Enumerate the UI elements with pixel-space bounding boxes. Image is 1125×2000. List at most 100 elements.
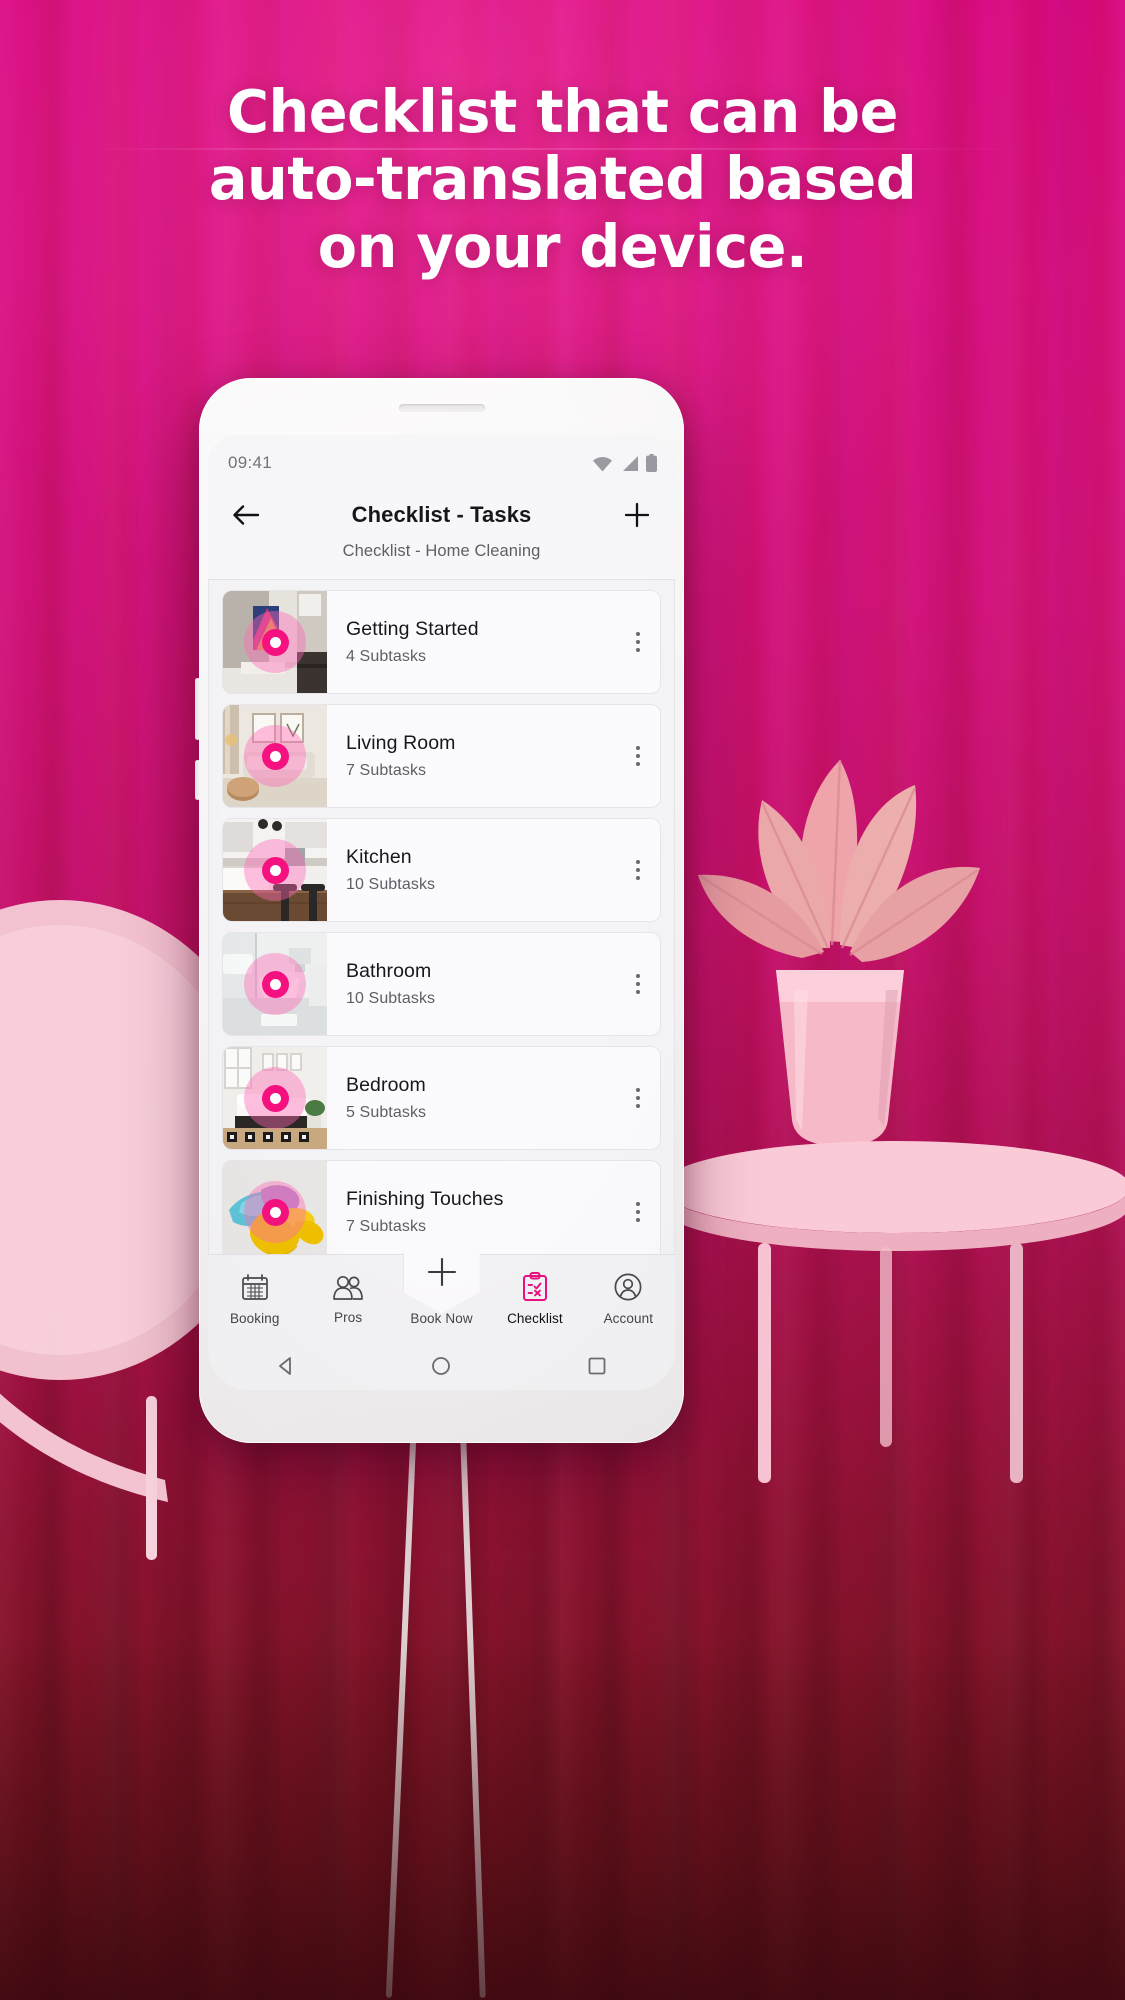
task-card[interactable]: Bathroom 10 Subtasks <box>222 932 661 1036</box>
headline-line-2: auto-translated based <box>208 144 917 214</box>
task-thumbnail <box>223 1047 327 1149</box>
task-title: Kitchen <box>346 846 412 868</box>
side-table-decoration <box>660 1141 1125 1483</box>
page-subtitle: Checklist - Home Cleaning <box>342 542 541 560</box>
back-triangle-icon[interactable] <box>275 1355 297 1377</box>
task-more-options-button[interactable] <box>616 819 660 921</box>
dot <box>636 648 640 652</box>
dot <box>636 990 640 994</box>
back-button[interactable]: Back <box>226 495 266 535</box>
task-thumbnail <box>223 819 327 921</box>
phone-screen: 09:41 Back <box>208 435 675 1390</box>
location-pin-icon <box>244 1067 306 1129</box>
nav-item-pros[interactable]: Pros <box>301 1273 394 1325</box>
task-subtask-count: 10 Subtasks <box>346 876 436 893</box>
task-title: Getting Started <box>346 618 479 640</box>
task-thumbnail <box>223 705 327 807</box>
task-thumbnail <box>223 591 327 693</box>
recents-square-icon[interactable] <box>586 1355 608 1377</box>
task-text: Getting Started 4 Subtasks <box>327 591 616 693</box>
task-subtask-count: 7 Subtasks <box>346 1218 427 1235</box>
clipboard-check-icon <box>522 1271 547 1301</box>
task-more-options-button[interactable] <box>616 705 660 807</box>
potted-plant-decoration <box>698 759 980 1146</box>
location-pin-icon <box>244 611 306 673</box>
cellular-signal-icon <box>623 455 638 471</box>
nav-item-book-now[interactable]: Book Now <box>395 1229 488 1326</box>
nav-item-checklist[interactable]: Checklist <box>488 1271 581 1326</box>
phone-volume-button[interactable] <box>195 678 200 740</box>
status-bar: 09:41 <box>208 435 675 491</box>
dot <box>636 876 640 880</box>
task-text: Kitchen 10 Subtasks <box>327 819 616 921</box>
dot <box>636 632 640 636</box>
wifi-icon <box>593 456 612 471</box>
nav-label: Account <box>603 1310 654 1326</box>
status-bar-icons <box>592 454 657 472</box>
app-bar: Back Checklist - Tasks Add Checklist - H… <box>208 491 675 579</box>
task-card[interactable]: Getting Started 4 Subtasks <box>222 590 661 694</box>
page-title: Checklist - Tasks <box>351 502 532 527</box>
dot <box>636 860 640 864</box>
dot <box>636 982 640 986</box>
dot <box>636 754 640 758</box>
headline-line-1: Checklist that can be <box>227 77 898 146</box>
phone-power-button[interactable] <box>195 760 200 800</box>
android-system-nav <box>208 1342 675 1390</box>
phone-earpiece-speaker <box>398 404 485 412</box>
bottom-navigation: Booking Pros Book Now Checklist Account <box>208 1229 675 1342</box>
dot <box>636 1210 640 1214</box>
floor-shadow <box>0 1640 1125 2000</box>
dot <box>636 1096 640 1100</box>
nav-label: Checklist <box>507 1310 563 1326</box>
task-title: Bedroom <box>346 1074 426 1096</box>
dot <box>636 762 640 766</box>
people-icon <box>333 1275 363 1300</box>
task-subtask-count: 5 Subtasks <box>346 1104 427 1121</box>
nav-item-booking[interactable]: Booking <box>208 1272 301 1326</box>
task-more-options-button[interactable] <box>616 933 660 1035</box>
dot <box>636 868 640 872</box>
dot <box>636 974 640 978</box>
task-thumbnail <box>223 1161 327 1263</box>
task-card[interactable]: Kitchen 10 Subtasks <box>222 818 661 922</box>
calendar-icon <box>241 1273 268 1300</box>
dot <box>636 1104 640 1108</box>
phone-mockup: 09:41 Back <box>195 378 684 1443</box>
task-more-options-button[interactable] <box>616 591 660 693</box>
location-pin-icon <box>244 725 306 787</box>
battery-icon <box>646 454 657 472</box>
home-circle-icon[interactable] <box>430 1355 452 1377</box>
plus-icon <box>427 1257 456 1286</box>
nav-label: Pros <box>334 1309 363 1325</box>
task-subtask-count: 4 Subtasks <box>346 648 427 665</box>
person-circle-icon <box>614 1273 642 1300</box>
dot <box>636 746 640 750</box>
location-pin-icon <box>244 1181 306 1243</box>
task-text: Living Room 7 Subtasks <box>327 705 616 807</box>
promo-headline: Checklist that can be auto-translated ba… <box>17 78 1108 280</box>
task-card[interactable]: Bedroom 5 Subtasks <box>222 1046 661 1150</box>
task-card[interactable]: Living Room 7 Subtasks <box>222 704 661 808</box>
task-subtask-count: 7 Subtasks <box>346 762 427 779</box>
task-more-options-button[interactable] <box>616 1047 660 1149</box>
add-task-button[interactable]: Add <box>617 495 657 535</box>
task-thumbnail <box>223 933 327 1035</box>
task-title: Finishing Touches <box>346 1188 504 1210</box>
nav-item-account[interactable]: Account <box>582 1272 675 1326</box>
task-title: Bathroom <box>346 960 432 982</box>
task-list: Getting Started 4 Subtasks Living Room 7… <box>208 580 675 1264</box>
nav-label: Booking <box>229 1310 280 1326</box>
task-text: Bathroom 10 Subtasks <box>327 933 616 1035</box>
location-pin-icon <box>244 953 306 1015</box>
task-title: Living Room <box>346 732 456 754</box>
arrow-left-icon <box>233 505 260 525</box>
task-subtask-count: 10 Subtasks <box>346 990 436 1007</box>
task-text: Bedroom 5 Subtasks <box>327 1047 616 1149</box>
dot <box>636 1088 640 1092</box>
task-more-options-button[interactable] <box>616 1161 660 1263</box>
location-pin-icon <box>244 839 306 901</box>
plus-icon <box>624 502 650 528</box>
dot <box>636 1218 640 1222</box>
status-bar-clock: 09:41 <box>228 453 273 472</box>
